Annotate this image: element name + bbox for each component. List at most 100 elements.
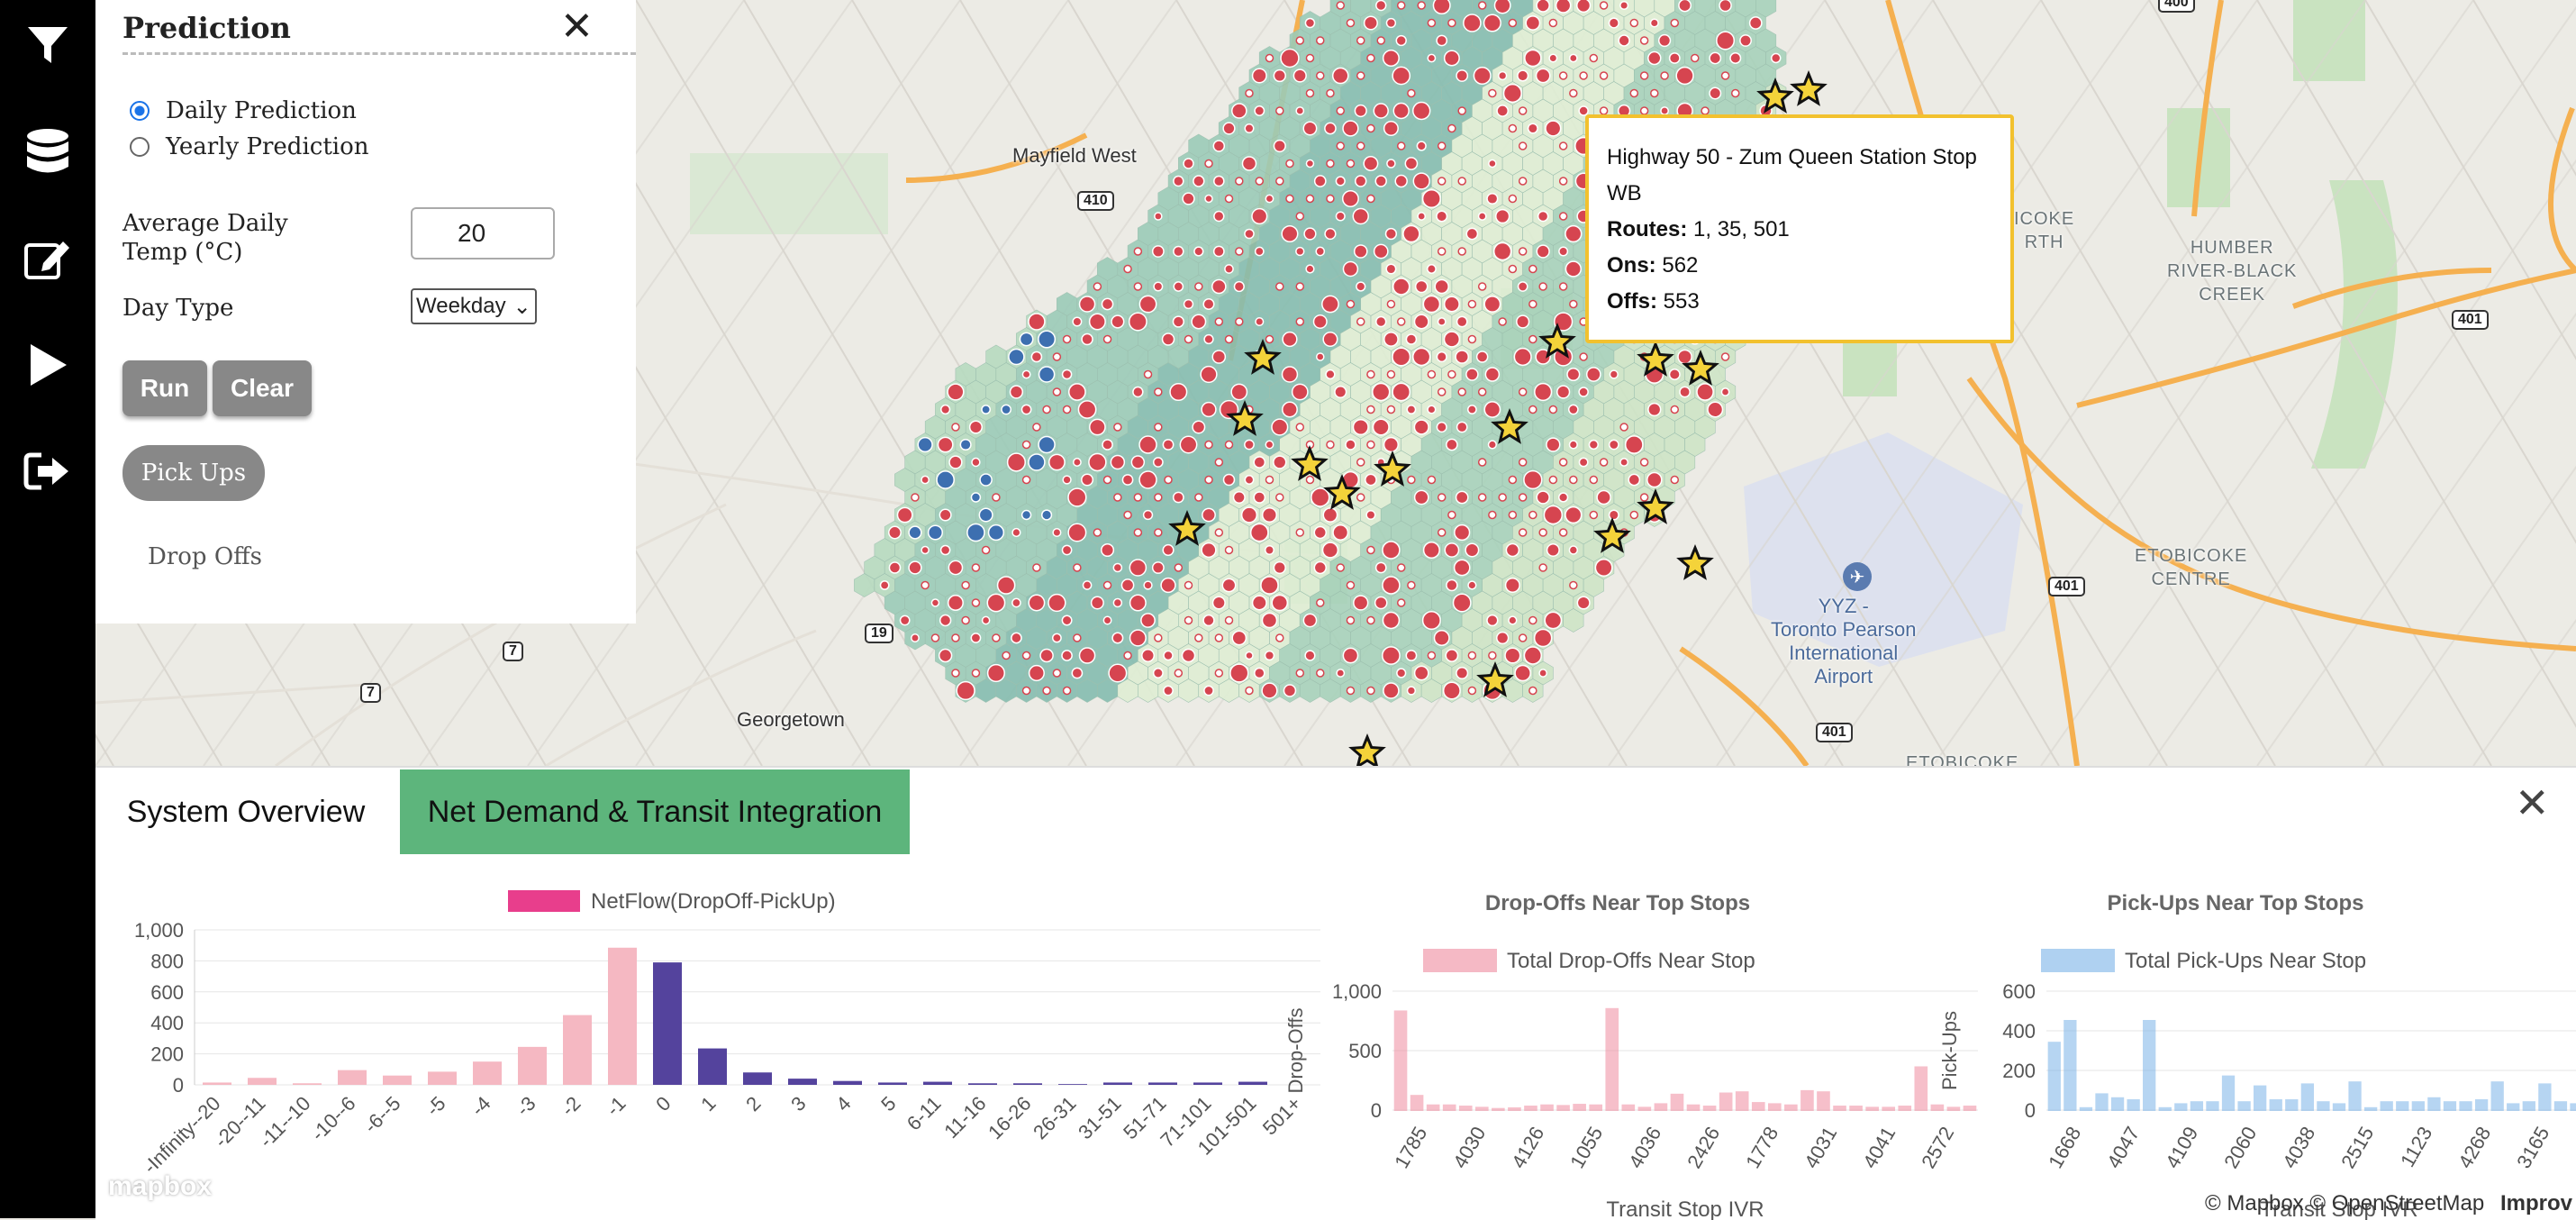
bar	[2380, 1101, 2393, 1112]
bar	[2047, 1042, 2061, 1112]
bar	[1735, 1091, 1749, 1112]
y-tick-label: 0	[1371, 1099, 1382, 1122]
clear-button[interactable]: Clear	[213, 360, 312, 416]
y-tick-label: 0	[173, 1074, 184, 1097]
x-tick-label: 31-51	[1074, 1092, 1125, 1143]
y-tick-label: 400	[2002, 1020, 2036, 1042]
play-icon[interactable]	[18, 335, 77, 395]
bar	[1637, 1106, 1652, 1111]
bar	[1849, 1106, 1863, 1112]
bar	[1865, 1106, 1879, 1111]
bar	[1702, 1106, 1717, 1112]
yearly-prediction-option[interactable]: Yearly Prediction	[130, 133, 368, 160]
run-button[interactable]: Run	[122, 360, 207, 416]
bar	[1621, 1104, 1636, 1112]
highway-shield-410: 410	[1077, 191, 1114, 211]
improve-map-link[interactable]: Improv	[2500, 1191, 2572, 1216]
bar	[2285, 1099, 2299, 1111]
bar	[2522, 1101, 2535, 1112]
bar	[1751, 1102, 1765, 1111]
prediction-title: Prediction	[122, 11, 291, 45]
daytype-value: Weekday	[416, 294, 506, 318]
bar	[1556, 1105, 1570, 1112]
bar	[1474, 1106, 1489, 1111]
bar	[293, 1083, 322, 1085]
offs-value: 553	[1663, 289, 1700, 314]
bar	[2190, 1101, 2204, 1112]
x-tick-label: -11--10	[255, 1092, 315, 1152]
bar	[2095, 1093, 2109, 1111]
highway-shield-401b: 401	[1816, 723, 1853, 742]
x-tick-label: 4109	[2161, 1123, 2202, 1172]
bar	[2206, 1101, 2219, 1112]
bar	[203, 1082, 231, 1085]
daytype-select[interactable]: Weekday ⌄	[411, 288, 537, 324]
bar	[2411, 1101, 2425, 1112]
bar	[1393, 1010, 1408, 1111]
x-tick-label: 2572	[1917, 1123, 1958, 1172]
daily-radio[interactable]	[130, 101, 150, 121]
bar	[1686, 1104, 1701, 1112]
close-icon[interactable]: ✕	[560, 4, 594, 50]
filter-icon[interactable]	[18, 16, 77, 76]
bar	[1426, 1104, 1440, 1112]
bar	[968, 1083, 997, 1085]
bar	[923, 1081, 952, 1085]
x-tick-label: 1055	[1565, 1123, 1607, 1172]
x-tick-label: -6--5	[359, 1092, 405, 1138]
temp-input[interactable]: 20	[411, 207, 555, 259]
x-tick-label: 4126	[1507, 1123, 1548, 1172]
daily-prediction-option[interactable]: Daily Prediction	[130, 97, 357, 124]
map-label-airport: YYZ - Toronto Pearson International Airp…	[1771, 595, 1917, 687]
bar	[1670, 1093, 1684, 1111]
x-tick-label: 501+	[1258, 1092, 1306, 1140]
map-label-etobicoke-centre: ETOBICOKE CENTRE	[2135, 546, 2248, 589]
x-tick-label: 2515	[2336, 1123, 2378, 1172]
x-tick-label: -2	[557, 1092, 585, 1121]
map-attribution[interactable]: © Mapbox © OpenStreetMap	[2205, 1191, 2484, 1216]
chart-title: Pick-Ups Near Top Stops	[2108, 891, 2364, 915]
bar	[2254, 1085, 2267, 1112]
bar	[2427, 1097, 2441, 1111]
logout-icon[interactable]	[18, 442, 77, 501]
divider	[122, 52, 636, 55]
dropoffs-toggle[interactable]: Drop Offs	[148, 543, 262, 570]
bar	[1238, 1081, 1267, 1085]
bar	[2348, 1081, 2362, 1112]
x-tick-label: 16-26	[984, 1092, 1035, 1143]
bar	[878, 1082, 907, 1085]
bar	[563, 1015, 592, 1085]
bar	[338, 1070, 367, 1085]
x-tick-label: -4	[467, 1092, 495, 1121]
bar	[2363, 1106, 2378, 1111]
edit-icon[interactable]	[18, 229, 77, 288]
bar	[1767, 1103, 1782, 1111]
map-label-etobicoke-north: ICOKE RTH	[2014, 209, 2075, 252]
highway-shield-401c: 401	[2452, 310, 2489, 330]
x-tick-label: 4047	[2102, 1123, 2144, 1172]
bar	[1589, 1104, 1603, 1112]
ons-row: Ons: 562	[1607, 248, 1992, 284]
x-tick-label: -5	[422, 1092, 450, 1121]
temp-label: Average Daily Temp (°C)	[122, 210, 288, 266]
bar	[1784, 1104, 1798, 1112]
daytype-label: Day Type	[122, 295, 234, 322]
bar	[1817, 1091, 1830, 1112]
bar	[1013, 1083, 1042, 1085]
bar	[1193, 1082, 1222, 1085]
y-axis-label: Drop-Offs	[1284, 1008, 1307, 1094]
bar	[1573, 1104, 1586, 1111]
bar	[1148, 1082, 1177, 1085]
bar	[2538, 1083, 2552, 1111]
bar	[788, 1079, 817, 1085]
bar	[1605, 1007, 1619, 1111]
bar	[2570, 1103, 2576, 1111]
prediction-panel: Prediction ✕ Daily Prediction Yearly Pre…	[95, 0, 636, 624]
yearly-radio[interactable]	[130, 137, 150, 157]
mapbox-logo[interactable]: mapbox	[108, 1171, 212, 1202]
x-tick-label: 1778	[1741, 1123, 1782, 1172]
bar	[2459, 1101, 2472, 1112]
database-icon[interactable]	[18, 123, 77, 182]
stop-popup: Highway 50 - Zum Queen Station Stop WB R…	[1585, 114, 2014, 343]
pickups-toggle[interactable]: Pick Ups	[122, 445, 265, 501]
